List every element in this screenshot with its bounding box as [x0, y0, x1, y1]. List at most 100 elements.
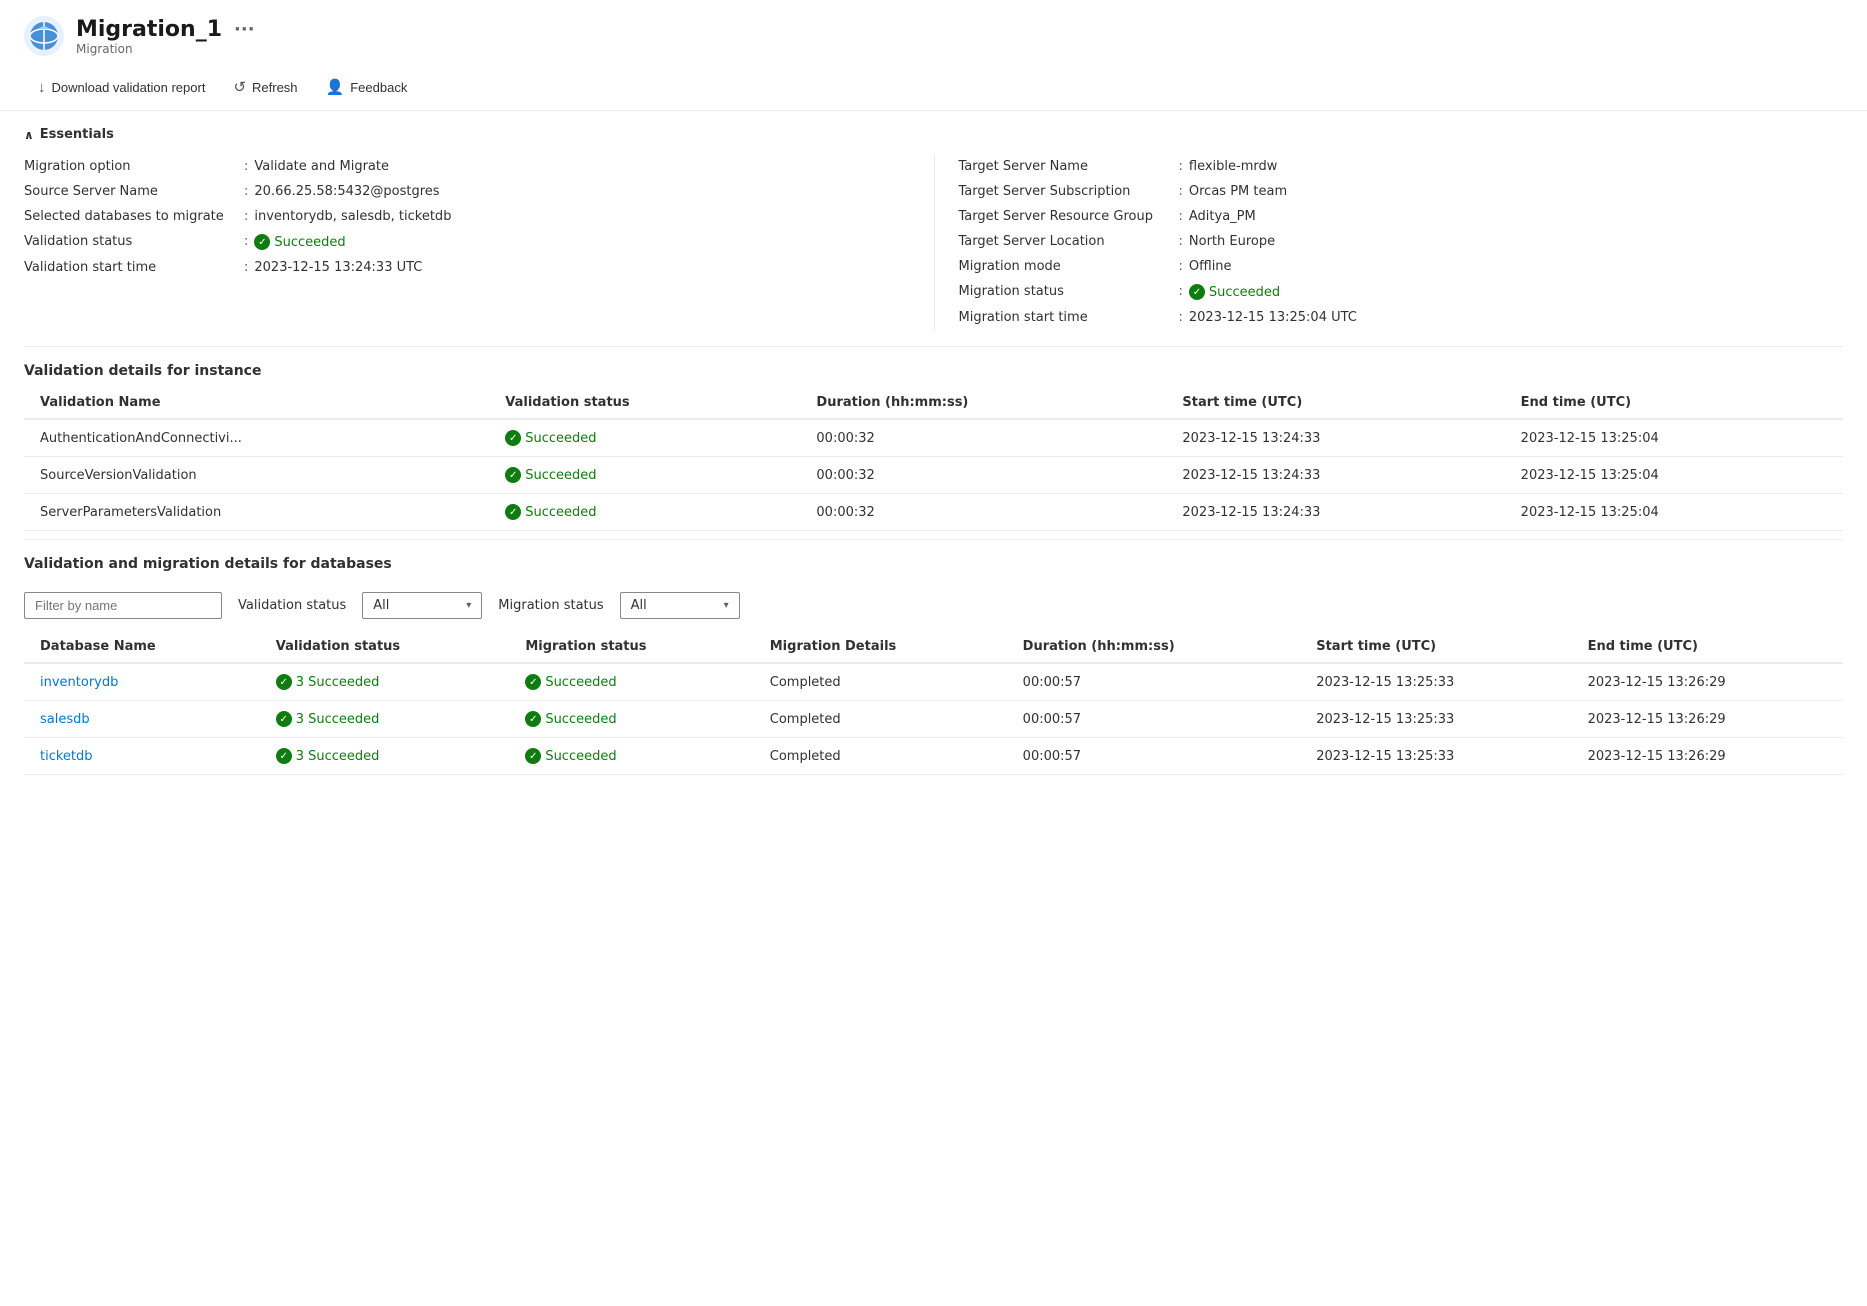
validation-status-cell: 3 Succeeded	[260, 663, 510, 701]
essentials-value: North Europe	[1189, 234, 1275, 249]
start-time-cell: 2023-12-15 13:25:33	[1300, 701, 1571, 738]
table-header: Migration Details	[754, 631, 1007, 663]
validation-name-cell: SourceVersionValidation	[24, 457, 489, 494]
ellipsis-menu[interactable]: ···	[230, 17, 259, 42]
migration-details-table-wrapper: Database NameValidation status Migration …	[0, 631, 1867, 775]
success-icon	[525, 711, 541, 727]
page-subtitle: Migration	[76, 42, 259, 56]
essentials-label: Migration start time	[959, 310, 1179, 325]
essentials-value: Validate and Migrate	[254, 159, 389, 174]
migration-details-cell: Completed	[754, 663, 1007, 701]
essentials-label: Target Server Resource Group	[959, 209, 1179, 224]
essentials-section: ∧ Essentials Migration option: Validate …	[0, 111, 1867, 346]
migration-status-cell: Succeeded	[509, 663, 753, 701]
validation-filter-label: Validation status	[238, 598, 346, 613]
validation-status-cell: Succeeded	[489, 494, 800, 531]
table-header: End time (UTC)	[1572, 631, 1843, 663]
essentials-value: Aditya_PM	[1189, 209, 1256, 224]
validation-status-select[interactable]: All ▾	[362, 592, 482, 619]
essentials-row: Target Server Subscription: Orcas PM tea…	[959, 179, 1844, 204]
end-time-cell: 2023-12-15 13:25:04	[1505, 457, 1843, 494]
validation-select-value: All	[373, 598, 389, 613]
table-header: Validation status	[260, 631, 510, 663]
essentials-right-col: Target Server Name: flexible-mrdwTarget …	[934, 154, 1844, 330]
table-header: Validation Name	[24, 387, 489, 419]
db-link[interactable]: inventorydb	[40, 675, 118, 690]
migration-icon	[24, 16, 64, 56]
essentials-row: Target Server Resource Group: Aditya_PM	[959, 204, 1844, 229]
essentials-value: Succeeded	[1189, 284, 1280, 300]
validation-name-cell: ServerParametersValidation	[24, 494, 489, 531]
start-time-cell: 2023-12-15 13:25:33	[1300, 663, 1571, 701]
start-time-cell: 2023-12-15 13:24:33	[1166, 419, 1504, 457]
essentials-toggle[interactable]: ∧	[24, 128, 34, 142]
migration-details-table: Database NameValidation status Migration …	[24, 631, 1843, 775]
essentials-row: Migration start time: 2023-12-15 13:25:0…	[959, 305, 1844, 330]
success-icon	[505, 430, 521, 446]
table-row: salesdb 3 Succeeded SucceededCompleted00…	[24, 701, 1843, 738]
migration-details-header: Validation and migration details for dat…	[0, 540, 1867, 580]
migration-details-cell: Completed	[754, 701, 1007, 738]
essentials-row: Validation start time: 2023-12-15 13:24:…	[24, 255, 934, 280]
db-link[interactable]: ticketdb	[40, 749, 93, 764]
essentials-label: Migration option	[24, 159, 244, 174]
essentials-label: Migration status	[959, 284, 1179, 299]
essentials-value: 2023-12-15 13:25:04 UTC	[1189, 310, 1357, 325]
essentials-label: Validation status	[24, 234, 244, 249]
essentials-row: Migration mode: Offline	[959, 254, 1844, 279]
duration-cell: 00:00:32	[800, 494, 1166, 531]
download-icon: ↓	[38, 79, 46, 96]
db-name-cell[interactable]: salesdb	[24, 701, 260, 738]
success-icon	[276, 748, 292, 764]
essentials-grid: Migration option: Validate and MigrateSo…	[24, 154, 1843, 330]
status-badge: Succeeded	[254, 234, 345, 250]
db-name-cell[interactable]: inventorydb	[24, 663, 260, 701]
success-icon	[276, 674, 292, 690]
validation-status-cell: Succeeded	[489, 457, 800, 494]
refresh-button[interactable]: ↺ Refresh	[219, 72, 311, 102]
essentials-title: ∧ Essentials	[24, 127, 1843, 142]
db-link[interactable]: salesdb	[40, 712, 90, 727]
validation-instance-header: Validation details for instance	[0, 347, 1867, 387]
essentials-label: Migration mode	[959, 259, 1179, 274]
feedback-button[interactable]: 👤 Feedback	[312, 72, 422, 102]
success-icon	[525, 748, 541, 764]
end-time-cell: 2023-12-15 13:25:04	[1505, 419, 1843, 457]
essentials-label: Selected databases to migrate	[24, 209, 244, 224]
end-time-cell: 2023-12-15 13:25:04	[1505, 494, 1843, 531]
essentials-row: Selected databases to migrate: inventory…	[24, 204, 934, 229]
duration-cell: 00:00:57	[1007, 663, 1301, 701]
essentials-label: Target Server Name	[959, 159, 1179, 174]
essentials-label: Validation start time	[24, 260, 244, 275]
download-button[interactable]: ↓ Download validation report	[24, 73, 219, 102]
validation-status-cell: 3 Succeeded	[260, 701, 510, 738]
start-time-cell: 2023-12-15 13:25:33	[1300, 738, 1571, 775]
header-text: Migration_1 ··· Migration	[76, 17, 259, 56]
end-time-cell: 2023-12-15 13:26:29	[1572, 738, 1843, 775]
db-name-cell[interactable]: ticketdb	[24, 738, 260, 775]
essentials-row: Migration option: Validate and Migrate	[24, 154, 934, 179]
essentials-value: inventorydb, salesdb, ticketdb	[254, 209, 451, 224]
migration-status-select[interactable]: All ▾	[620, 592, 740, 619]
title-text: Migration_1	[76, 17, 222, 42]
duration-cell: 00:00:57	[1007, 738, 1301, 775]
table-row: ticketdb 3 Succeeded SucceededCompleted0…	[24, 738, 1843, 775]
essentials-value: flexible-mrdw	[1189, 159, 1277, 174]
table-header: Validation status	[489, 387, 800, 419]
essentials-row: Validation status: Succeeded	[24, 229, 934, 255]
filter-input[interactable]	[24, 592, 222, 619]
essentials-row: Source Server Name: 20.66.25.58:5432@pos…	[24, 179, 934, 204]
success-icon	[276, 711, 292, 727]
validation-instance-table-wrapper: Validation NameValidation statusDuration…	[0, 387, 1867, 531]
success-icon	[505, 504, 521, 520]
toolbar: ↓ Download validation report ↺ Refresh 👤…	[0, 64, 1867, 111]
table-row: inventorydb 3 Succeeded SucceededComplet…	[24, 663, 1843, 701]
chevron-down-icon: ▾	[466, 600, 471, 611]
essentials-value: 20.66.25.58:5432@postgres	[254, 184, 439, 199]
migration-details-cell: Completed	[754, 738, 1007, 775]
essentials-label: Target Server Subscription	[959, 184, 1179, 199]
essentials-value: Succeeded	[254, 234, 345, 250]
duration-cell: 00:00:57	[1007, 701, 1301, 738]
filter-row: Validation status All ▾ Migration status…	[0, 580, 1867, 631]
table-header: Database Name	[24, 631, 260, 663]
